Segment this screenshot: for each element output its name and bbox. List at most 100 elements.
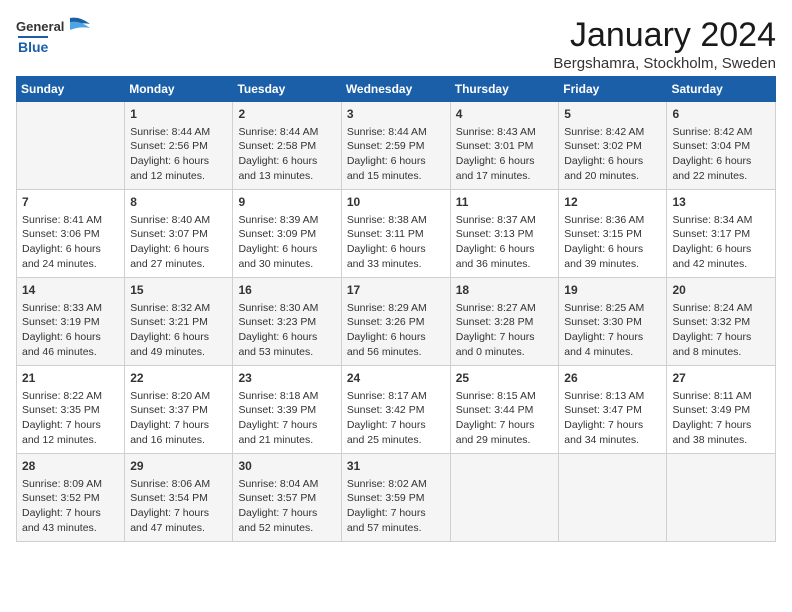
- day-number: 31: [347, 458, 445, 475]
- day-info: Sunrise: 8:30 AM Sunset: 3:23 PM Dayligh…: [238, 301, 335, 360]
- calendar-body: 1 Sunrise: 8:44 AM Sunset: 2:56 PM Daylig…: [17, 102, 776, 542]
- calendar-cell: 12 Sunrise: 8:36 AM Sunset: 3:15 PM Dayli…: [559, 190, 667, 278]
- day-number: 22: [130, 370, 227, 387]
- calendar-cell: 25 Sunrise: 8:15 AM Sunset: 3:44 PM Dayli…: [450, 366, 559, 454]
- day-info: Sunrise: 8:20 AM Sunset: 3:37 PM Dayligh…: [130, 389, 227, 448]
- page-header: General Blue January 2024 Bergshamra, St…: [16, 16, 776, 72]
- calendar-cell: 4 Sunrise: 8:43 AM Sunset: 3:01 PM Daylig…: [450, 102, 559, 190]
- title-block: January 2024 Bergshamra, Stockholm, Swed…: [553, 16, 776, 72]
- calendar-cell: 11 Sunrise: 8:37 AM Sunset: 3:13 PM Dayli…: [450, 190, 559, 278]
- calendar-cell: 9 Sunrise: 8:39 AM Sunset: 3:09 PM Daylig…: [233, 190, 341, 278]
- day-number: 11: [456, 194, 554, 211]
- day-number: 2: [238, 106, 335, 123]
- calendar-cell: 27 Sunrise: 8:11 AM Sunset: 3:49 PM Dayli…: [667, 366, 776, 454]
- day-number: 20: [672, 282, 770, 299]
- calendar-cell: 31 Sunrise: 8:02 AM Sunset: 3:59 PM Dayli…: [341, 454, 450, 542]
- day-info: Sunrise: 8:04 AM Sunset: 3:57 PM Dayligh…: [238, 477, 335, 536]
- day-info: Sunrise: 8:37 AM Sunset: 3:13 PM Dayligh…: [456, 213, 554, 272]
- calendar-cell: 8 Sunrise: 8:40 AM Sunset: 3:07 PM Daylig…: [125, 190, 233, 278]
- day-number: 3: [347, 106, 445, 123]
- calendar-cell: 24 Sunrise: 8:17 AM Sunset: 3:42 PM Dayli…: [341, 366, 450, 454]
- day-number: 5: [564, 106, 661, 123]
- day-info: Sunrise: 8:39 AM Sunset: 3:09 PM Dayligh…: [238, 213, 335, 272]
- calendar-cell: [559, 454, 667, 542]
- day-number: 12: [564, 194, 661, 211]
- calendar-cell: 18 Sunrise: 8:27 AM Sunset: 3:28 PM Dayli…: [450, 278, 559, 366]
- calendar-cell: 29 Sunrise: 8:06 AM Sunset: 3:54 PM Dayli…: [125, 454, 233, 542]
- day-info: Sunrise: 8:40 AM Sunset: 3:07 PM Dayligh…: [130, 213, 227, 272]
- header-day: Thursday: [450, 77, 559, 102]
- calendar-header-row: SundayMondayTuesdayWednesdayThursdayFrid…: [17, 77, 776, 102]
- calendar-week-row: 7 Sunrise: 8:41 AM Sunset: 3:06 PM Daylig…: [17, 190, 776, 278]
- day-number: 7: [22, 194, 119, 211]
- day-number: 29: [130, 458, 227, 475]
- calendar-cell: 7 Sunrise: 8:41 AM Sunset: 3:06 PM Daylig…: [17, 190, 125, 278]
- calendar-cell: 23 Sunrise: 8:18 AM Sunset: 3:39 PM Dayli…: [233, 366, 341, 454]
- day-number: 23: [238, 370, 335, 387]
- day-number: 13: [672, 194, 770, 211]
- day-info: Sunrise: 8:24 AM Sunset: 3:32 PM Dayligh…: [672, 301, 770, 360]
- day-number: 10: [347, 194, 445, 211]
- calendar-cell: 5Sunrise: 8:42 AM Sunset: 3:02 PM Daylig…: [559, 102, 667, 190]
- day-info: Sunrise: 8:43 AM Sunset: 3:01 PM Dayligh…: [456, 125, 554, 184]
- calendar-cell: 28Sunrise: 8:09 AM Sunset: 3:52 PM Dayli…: [17, 454, 125, 542]
- calendar-cell: 3 Sunrise: 8:44 AM Sunset: 2:59 PM Daylig…: [341, 102, 450, 190]
- day-number: 19: [564, 282, 661, 299]
- day-number: 8: [130, 194, 227, 211]
- day-number: 9: [238, 194, 335, 211]
- day-info: Sunrise: 8:02 AM Sunset: 3:59 PM Dayligh…: [347, 477, 445, 536]
- day-info: Sunrise: 8:32 AM Sunset: 3:21 PM Dayligh…: [130, 301, 227, 360]
- day-info: Sunrise: 8:44 AM Sunset: 2:59 PM Dayligh…: [347, 125, 445, 184]
- calendar-cell: 22 Sunrise: 8:20 AM Sunset: 3:37 PM Dayli…: [125, 366, 233, 454]
- day-number: 28: [22, 458, 119, 475]
- calendar-week-row: 1 Sunrise: 8:44 AM Sunset: 2:56 PM Daylig…: [17, 102, 776, 190]
- header-day: Sunday: [17, 77, 125, 102]
- day-number: 6: [672, 106, 770, 123]
- day-info: Sunrise: 8:25 AM Sunset: 3:30 PM Dayligh…: [564, 301, 661, 360]
- header-day: Friday: [559, 77, 667, 102]
- logo-blue: Blue: [18, 36, 48, 55]
- calendar-cell: 2Sunrise: 8:44 AM Sunset: 2:58 PM Daylig…: [233, 102, 341, 190]
- day-info: Sunrise: 8:15 AM Sunset: 3:44 PM Dayligh…: [456, 389, 554, 448]
- day-number: 1: [130, 106, 227, 123]
- day-info: Sunrise: 8:44 AM Sunset: 2:56 PM Dayligh…: [130, 125, 227, 184]
- day-info: Sunrise: 8:18 AM Sunset: 3:39 PM Dayligh…: [238, 389, 335, 448]
- day-info: Sunrise: 8:22 AM Sunset: 3:35 PM Dayligh…: [22, 389, 119, 448]
- calendar-title: January 2024: [553, 16, 776, 55]
- calendar-cell: 1 Sunrise: 8:44 AM Sunset: 2:56 PM Daylig…: [125, 102, 233, 190]
- day-info: Sunrise: 8:41 AM Sunset: 3:06 PM Dayligh…: [22, 213, 119, 272]
- day-info: Sunrise: 8:11 AM Sunset: 3:49 PM Dayligh…: [672, 389, 770, 448]
- calendar-week-row: 14Sunrise: 8:33 AM Sunset: 3:19 PM Dayli…: [17, 278, 776, 366]
- day-number: 24: [347, 370, 445, 387]
- header-day: Wednesday: [341, 77, 450, 102]
- calendar-cell: 26Sunrise: 8:13 AM Sunset: 3:47 PM Dayli…: [559, 366, 667, 454]
- day-number: 27: [672, 370, 770, 387]
- day-info: Sunrise: 8:06 AM Sunset: 3:54 PM Dayligh…: [130, 477, 227, 536]
- day-number: 4: [456, 106, 554, 123]
- day-number: 25: [456, 370, 554, 387]
- day-number: 30: [238, 458, 335, 475]
- day-info: Sunrise: 8:27 AM Sunset: 3:28 PM Dayligh…: [456, 301, 554, 360]
- header-day: Saturday: [667, 77, 776, 102]
- calendar-table: SundayMondayTuesdayWednesdayThursdayFrid…: [16, 76, 776, 542]
- day-number: 18: [456, 282, 554, 299]
- calendar-cell: 16Sunrise: 8:30 AM Sunset: 3:23 PM Dayli…: [233, 278, 341, 366]
- calendar-cell: 6 Sunrise: 8:42 AM Sunset: 3:04 PM Daylig…: [667, 102, 776, 190]
- calendar-cell: 30 Sunrise: 8:04 AM Sunset: 3:57 PM Dayli…: [233, 454, 341, 542]
- calendar-cell: 10 Sunrise: 8:38 AM Sunset: 3:11 PM Dayli…: [341, 190, 450, 278]
- day-info: Sunrise: 8:34 AM Sunset: 3:17 PM Dayligh…: [672, 213, 770, 272]
- calendar-cell: 14Sunrise: 8:33 AM Sunset: 3:19 PM Dayli…: [17, 278, 125, 366]
- day-info: Sunrise: 8:42 AM Sunset: 3:04 PM Dayligh…: [672, 125, 770, 184]
- calendar-week-row: 21Sunrise: 8:22 AM Sunset: 3:35 PM Dayli…: [17, 366, 776, 454]
- header-day: Tuesday: [233, 77, 341, 102]
- calendar-week-row: 28Sunrise: 8:09 AM Sunset: 3:52 PM Dayli…: [17, 454, 776, 542]
- calendar-cell: [450, 454, 559, 542]
- day-info: Sunrise: 8:29 AM Sunset: 3:26 PM Dayligh…: [347, 301, 445, 360]
- day-number: 26: [564, 370, 661, 387]
- day-info: Sunrise: 8:36 AM Sunset: 3:15 PM Dayligh…: [564, 213, 661, 272]
- day-info: Sunrise: 8:38 AM Sunset: 3:11 PM Dayligh…: [347, 213, 445, 272]
- calendar-subtitle: Bergshamra, Stockholm, Sweden: [553, 55, 776, 72]
- day-info: Sunrise: 8:17 AM Sunset: 3:42 PM Dayligh…: [347, 389, 445, 448]
- day-info: Sunrise: 8:33 AM Sunset: 3:19 PM Dayligh…: [22, 301, 119, 360]
- calendar-cell: 17Sunrise: 8:29 AM Sunset: 3:26 PM Dayli…: [341, 278, 450, 366]
